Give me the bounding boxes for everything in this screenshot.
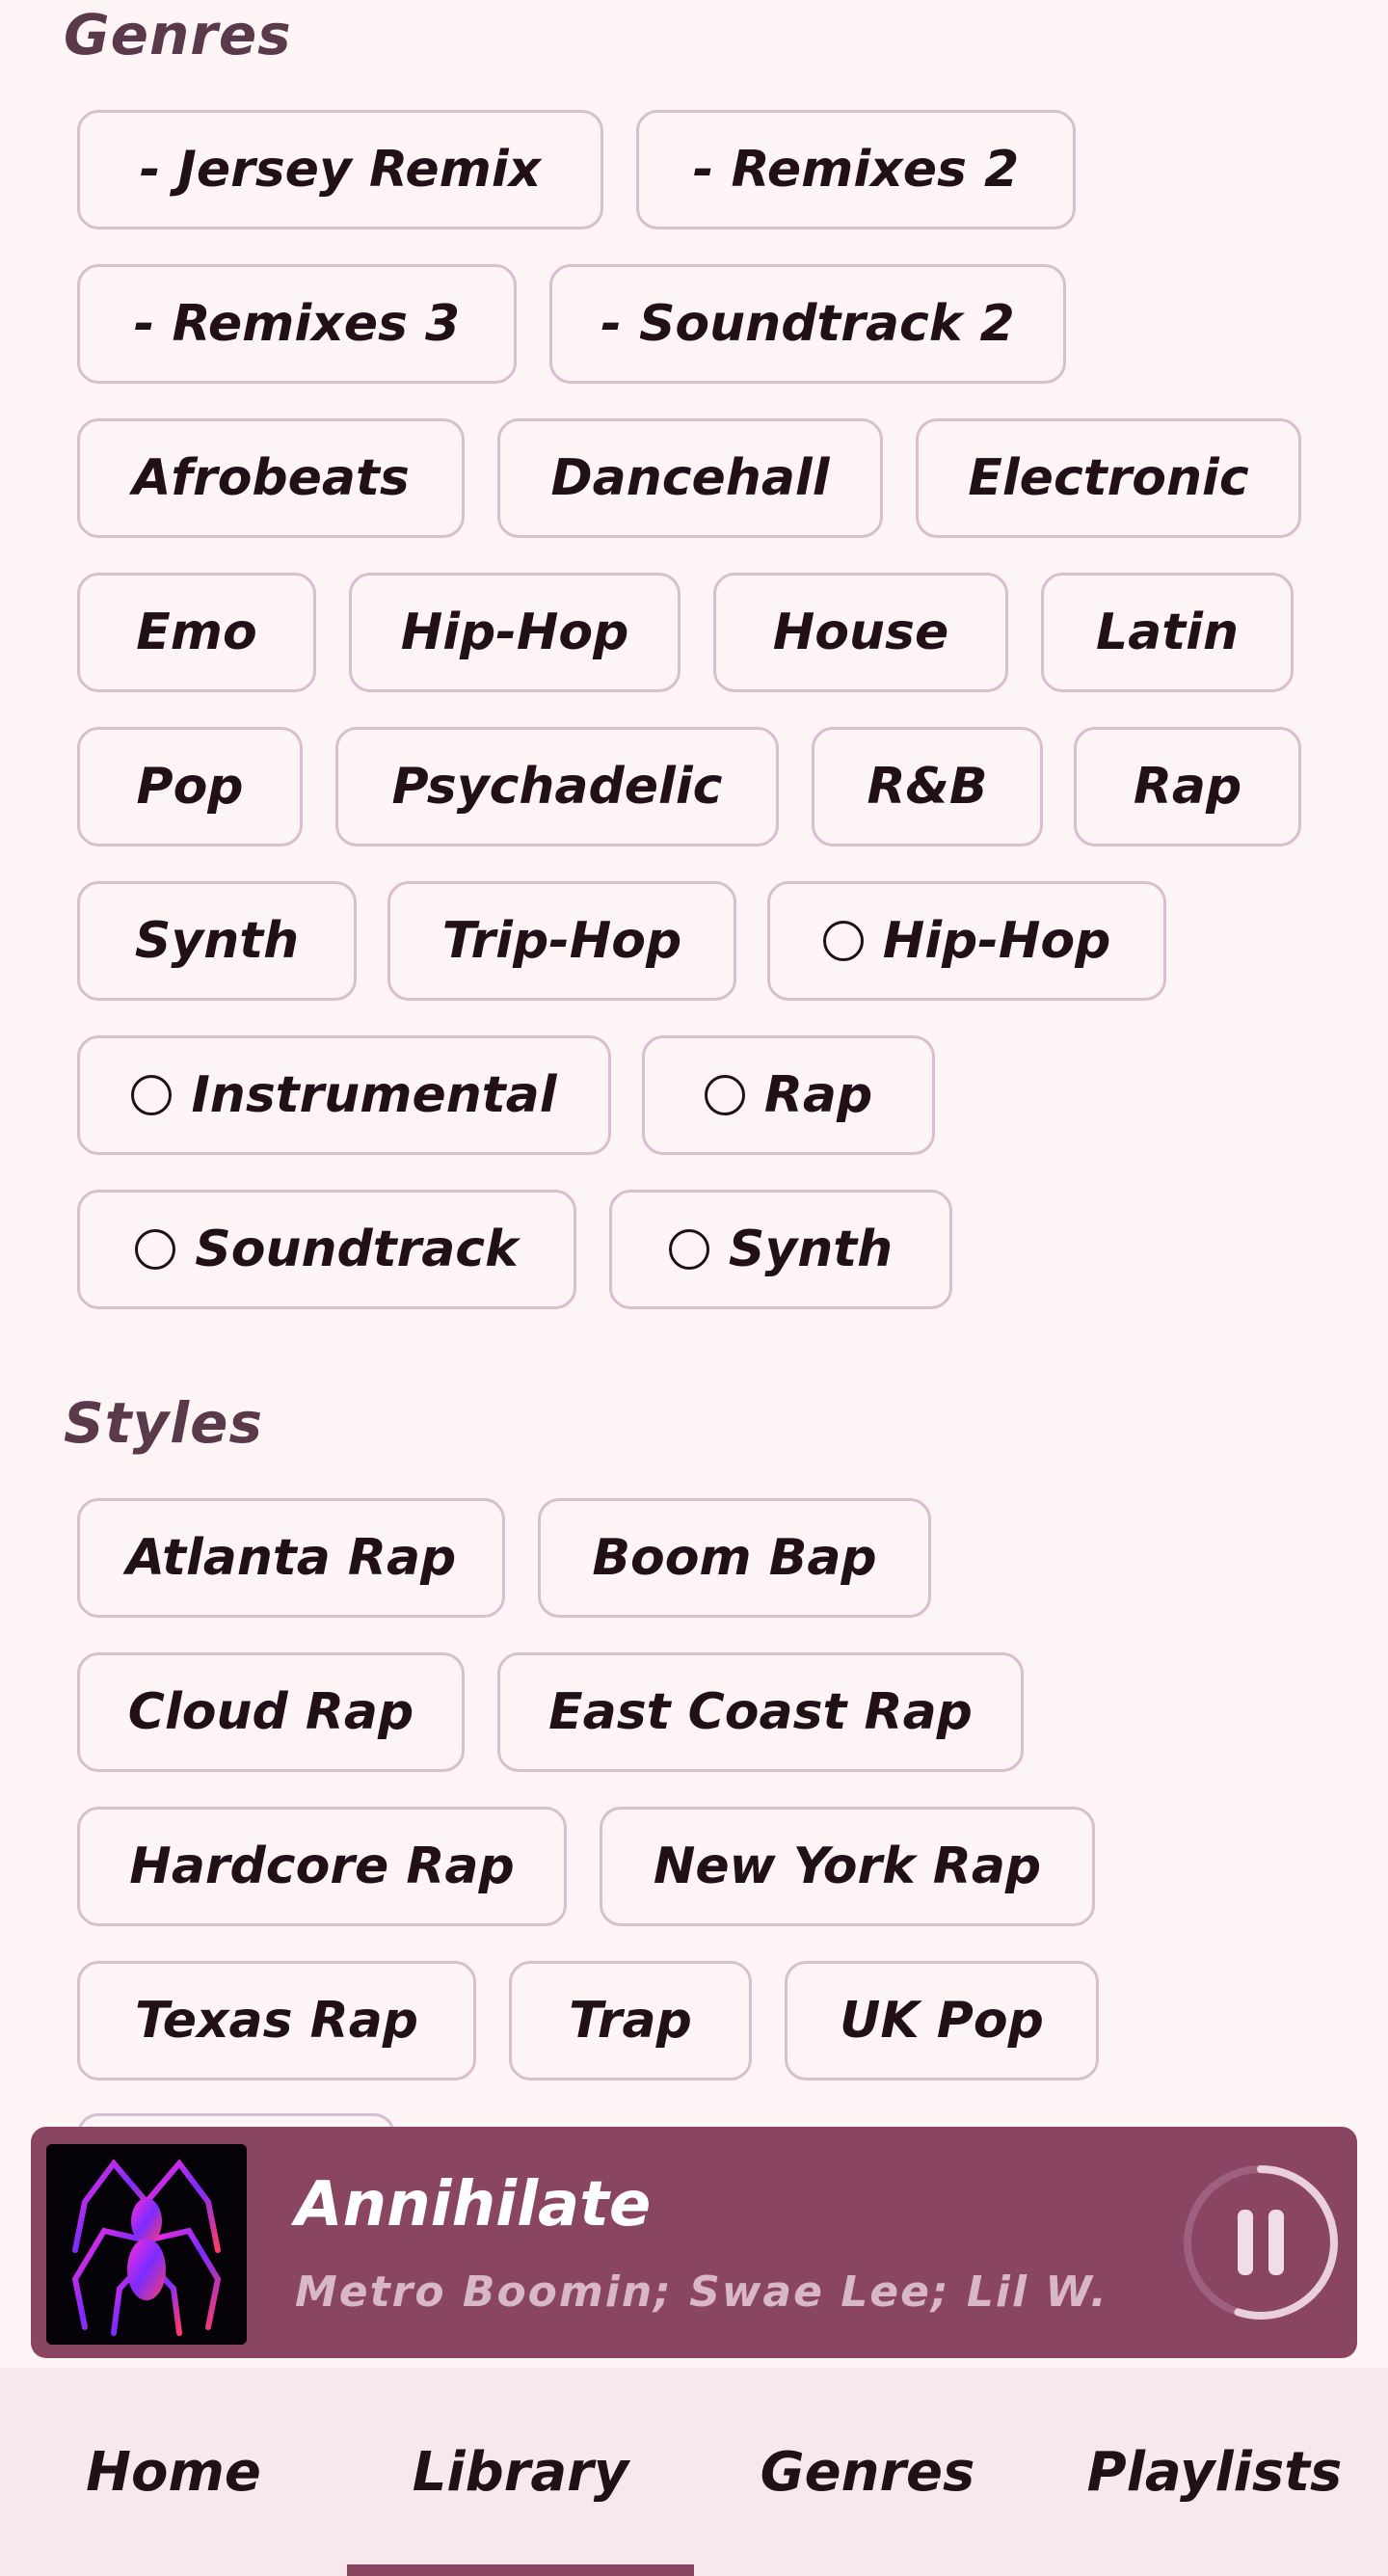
style-chip[interactable]: New York Rap (600, 1807, 1095, 1926)
bottom-nav: Home Library Genres Playlists (0, 2368, 1388, 2576)
genre-chip[interactable]: Emo (77, 573, 316, 692)
circle-outline-icon (668, 1229, 709, 1270)
nav-library[interactable]: Library (347, 2368, 694, 2576)
style-chip[interactable]: Trap (509, 1961, 752, 2080)
genres-section-title: Genres (64, 2, 292, 67)
nav-home[interactable]: Home (0, 2368, 347, 2576)
genre-chip[interactable]: Latin (1041, 573, 1294, 692)
style-chip[interactable]: East Coast Rap (497, 1652, 1024, 1772)
nav-genres[interactable]: Genres (694, 2368, 1041, 2576)
genre-chip[interactable]: Psychadelic (335, 727, 779, 846)
genre-chip[interactable]: - Remixes 3 (77, 264, 517, 384)
style-chip[interactable]: Texas Rap (77, 1961, 476, 2080)
circle-outline-icon (135, 1229, 176, 1270)
genre-chip[interactable]: Instrumental (77, 1035, 611, 1155)
style-chip[interactable]: UK Pop (785, 1961, 1099, 2080)
genre-chip[interactable]: House (713, 573, 1008, 692)
track-artist: Metro Boomin; Swae Lee; Lil W. . . (295, 2267, 1124, 2317)
genre-chip[interactable]: Hip-Hop (767, 881, 1166, 1001)
spider-emblem-icon (46, 2144, 247, 2345)
genre-chip[interactable]: Hip-Hop (349, 573, 681, 692)
style-chip[interactable]: Cloud Rap (77, 1652, 465, 1772)
genre-chip[interactable]: Trip-Hop (387, 881, 736, 1001)
genre-chip[interactable]: Synth (77, 881, 357, 1001)
style-chip[interactable]: Atlanta Rap (77, 1498, 505, 1618)
circle-outline-icon (822, 921, 864, 961)
pause-button[interactable] (1174, 2156, 1348, 2329)
genre-chip[interactable]: Rap (642, 1035, 935, 1155)
style-chip[interactable]: Boom Bap (538, 1498, 931, 1618)
styles-section-title: Styles (64, 1390, 264, 1456)
genre-chip[interactable]: - Soundtrack 2 (549, 264, 1066, 384)
genre-chip[interactable]: Dancehall (497, 418, 883, 538)
pause-icon (1184, 2165, 1338, 2320)
nav-active-indicator (347, 2564, 694, 2576)
genre-chip[interactable]: Pop (77, 727, 303, 846)
mini-player[interactable]: Annihilate Metro Boomin; Swae Lee; Lil W… (31, 2127, 1357, 2358)
genre-chip[interactable]: R&B (812, 727, 1043, 846)
nav-playlists[interactable]: Playlists (1041, 2368, 1388, 2576)
circle-outline-icon (704, 1075, 745, 1115)
genre-chip[interactable]: Rap (1074, 727, 1301, 846)
genre-chip[interactable]: Electronic (916, 418, 1301, 538)
style-chip[interactable]: Hardcore Rap (77, 1807, 567, 1926)
circle-outline-icon (131, 1075, 173, 1115)
album-art (46, 2144, 247, 2345)
genre-chip[interactable]: - Remixes 2 (636, 110, 1076, 229)
track-title: Annihilate (295, 2169, 652, 2241)
genre-chip[interactable]: Afrobeats (77, 418, 465, 538)
genre-chip[interactable]: - Jersey Remix (77, 110, 603, 229)
genre-chip[interactable]: Synth (609, 1190, 952, 1309)
genre-chip[interactable]: Soundtrack (77, 1190, 576, 1309)
